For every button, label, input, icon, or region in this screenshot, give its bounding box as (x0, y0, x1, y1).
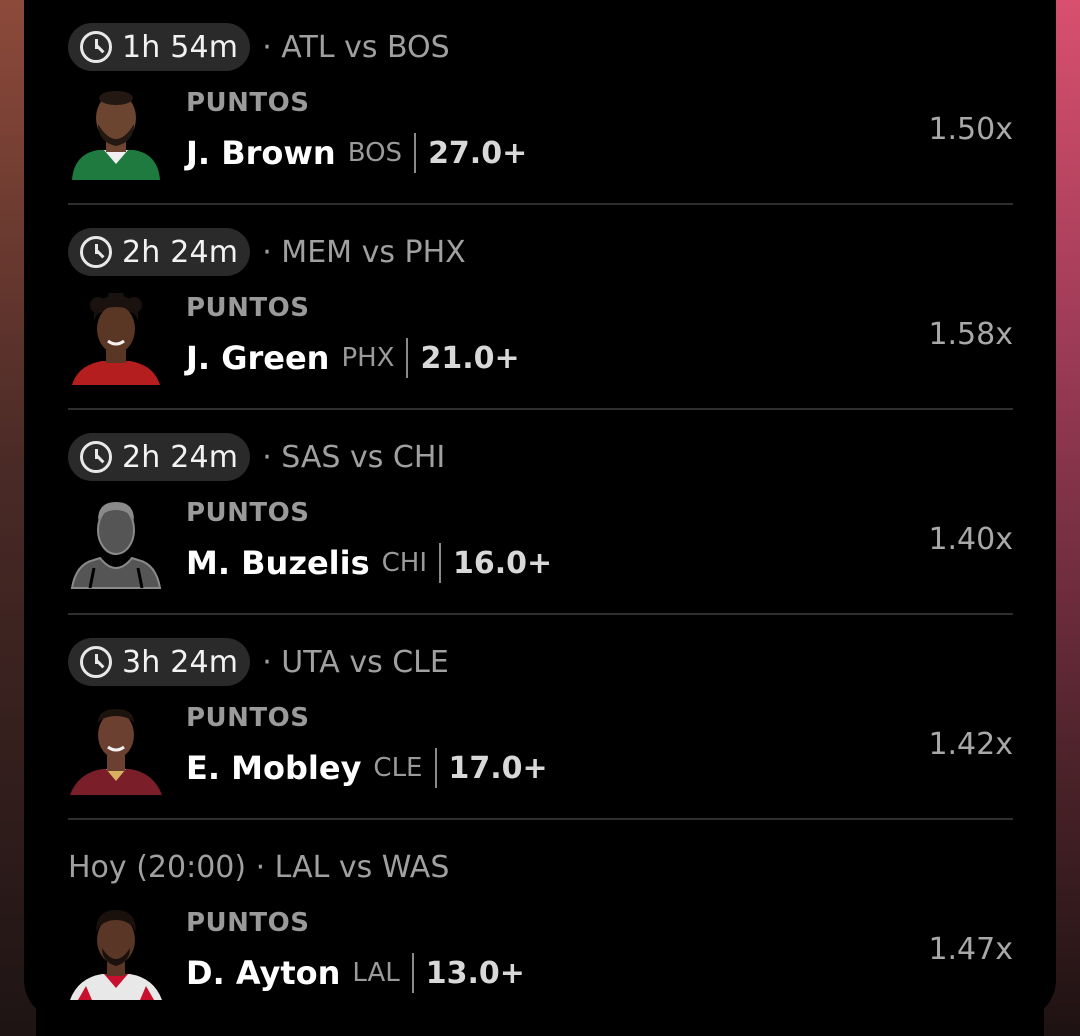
player-avatar (68, 908, 164, 1000)
team-abbr: CHI (381, 548, 427, 578)
countdown-pill: 1h 54m (68, 23, 251, 71)
countdown-text: 2h 24m (122, 439, 239, 475)
matchup-text: Hoy (20:00) · LAL vs WAS (68, 849, 450, 885)
matchup-text: · MEM vs PHX (262, 234, 466, 270)
player-avatar (68, 88, 164, 180)
divider (406, 338, 409, 378)
player-line: M. Buzelis CHI 16.0+ (186, 540, 552, 586)
player-avatar (68, 293, 164, 385)
player-line: J. Brown BOS 27.0+ (186, 130, 527, 176)
divider (411, 953, 414, 993)
player-name: M. Buzelis (186, 544, 370, 582)
stat-label: PUNTOS (186, 88, 310, 118)
team-abbr: BOS (347, 138, 403, 168)
pick-row[interactable]: 1h 54m · ATL vs BOS PUNTOS J. Brown BOS … (68, 0, 1013, 205)
threshold-value: 27.0+ (428, 135, 528, 171)
game-meta: 2h 24m · SAS vs CHI (68, 432, 445, 482)
multiplier-value: 1.42x (928, 727, 1013, 762)
divider (434, 748, 437, 788)
countdown-text: 2h 24m (122, 234, 239, 270)
player-name: E. Mobley (186, 749, 362, 787)
clock-icon (80, 646, 112, 678)
stat-label: PUNTOS (186, 908, 310, 938)
pick-row[interactable]: Hoy (20:00) · LAL vs WAS PUNTOS D. Ayton… (68, 820, 1013, 1023)
player-name: J. Green (186, 339, 330, 377)
team-abbr: LAL (352, 958, 400, 988)
multiplier-value: 1.58x (928, 317, 1013, 352)
pick-row[interactable]: 2h 24m · MEM vs PHX PUNTOS J. Green PHX … (68, 205, 1013, 410)
game-meta: 1h 54m · ATL vs BOS (68, 22, 450, 72)
player-name: J. Brown (186, 134, 336, 172)
countdown-text: 1h 54m (122, 29, 239, 65)
pick-row[interactable]: 2h 24m · SAS vs CHI PUNTOS M. Buzelis CH… (68, 410, 1013, 615)
divider (439, 543, 441, 583)
multiplier-value: 1.40x (928, 522, 1013, 557)
game-meta: 2h 24m · MEM vs PHX (68, 227, 466, 277)
stat-label: PUNTOS (186, 293, 310, 323)
threshold-value: 16.0+ (453, 545, 553, 581)
countdown-text: 3h 24m (122, 644, 239, 680)
team-abbr: CLE (373, 753, 423, 783)
stat-label: PUNTOS (186, 703, 310, 733)
picks-list: 1h 54m · ATL vs BOS PUNTOS J. Brown BOS … (68, 0, 1013, 1023)
pick-row[interactable]: 3h 24m · UTA vs CLE PUNTOS E. Mobley CLE… (68, 615, 1013, 820)
clock-icon (80, 236, 112, 268)
player-line: E. Mobley CLE 17.0+ (186, 745, 548, 791)
matchup-text: · SAS vs CHI (262, 439, 446, 475)
team-abbr: PHX (341, 343, 395, 373)
game-meta: 3h 24m · UTA vs CLE (68, 637, 449, 687)
clock-icon (80, 441, 112, 473)
threshold-value: 13.0+ (425, 955, 525, 991)
placeholder-avatar-icon (68, 498, 164, 590)
countdown-pill: 3h 24m (68, 638, 251, 686)
stat-label: PUNTOS (186, 498, 310, 528)
threshold-value: 17.0+ (448, 750, 548, 786)
threshold-value: 21.0+ (420, 340, 520, 376)
multiplier-value: 1.47x (928, 932, 1013, 967)
clock-icon (80, 31, 112, 63)
countdown-pill: 2h 24m (68, 433, 251, 481)
divider (414, 133, 417, 173)
matchup-text: · ATL vs BOS (262, 29, 450, 65)
multiplier-value: 1.50x (928, 112, 1013, 147)
player-name: D. Ayton (186, 954, 341, 992)
player-line: D. Ayton LAL 13.0+ (186, 950, 525, 996)
matchup-text: · UTA vs CLE (262, 644, 449, 680)
countdown-pill: 2h 24m (68, 228, 251, 276)
player-avatar (68, 703, 164, 795)
game-meta: Hoy (20:00) · LAL vs WAS (68, 842, 449, 892)
player-line: J. Green PHX 21.0+ (186, 335, 520, 381)
